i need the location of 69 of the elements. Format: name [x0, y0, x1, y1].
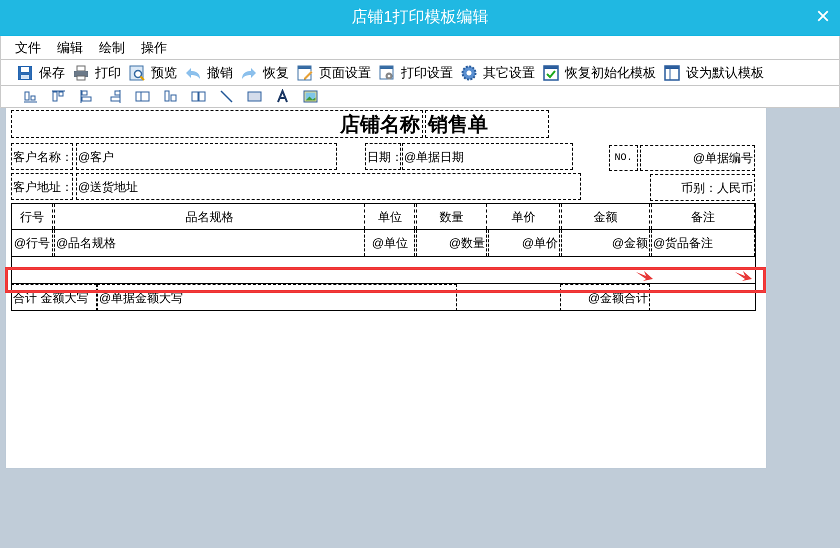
- table-cell: @品名规格: [54, 230, 365, 256]
- arrow-icon: [636, 271, 653, 281]
- toolbar-button[interactable]: 打印设置: [379, 62, 453, 82]
- draw-tool-button[interactable]: [51, 89, 66, 104]
- toolbar-button[interactable]: 打印: [73, 62, 121, 82]
- page-pencil-icon: [297, 64, 313, 80]
- column-header: 备注: [651, 204, 755, 229]
- column-header: 单价: [488, 204, 560, 229]
- toolbar-button[interactable]: 设为默认模板: [664, 62, 764, 82]
- field-label: NO.: [609, 145, 638, 171]
- printer-icon: [73, 64, 89, 80]
- same-size-icon: [135, 89, 150, 104]
- table-cell: @金额: [561, 230, 650, 256]
- image-icon: [303, 89, 318, 104]
- draw-tool-button[interactable]: [79, 89, 94, 104]
- draw-tool-button[interactable]: [191, 89, 206, 104]
- table-cell: @单位: [366, 230, 415, 256]
- align-top-icon: [51, 89, 66, 104]
- draw-tool-button[interactable]: [303, 89, 318, 104]
- draw-tool-button[interactable]: [163, 89, 178, 104]
- line-icon: [219, 89, 234, 104]
- menu-item[interactable]: 绘制: [93, 38, 131, 58]
- field-label: 客户地址：: [11, 173, 73, 200]
- table-cell: @单价: [488, 230, 560, 256]
- settings-icon: [461, 64, 477, 80]
- same-width-icon: [191, 89, 206, 104]
- toolbar-button[interactable]: 撤销: [185, 62, 233, 82]
- table-cell: @货品备注: [651, 230, 755, 256]
- field-label: 客户名称：: [11, 143, 73, 170]
- letter-icon: [275, 89, 290, 104]
- arrow-icon: [735, 271, 752, 281]
- draw-tool-button[interactable]: [247, 89, 262, 104]
- table-cell: @行号: [12, 230, 53, 256]
- placeholder-field[interactable]: @送货地址: [76, 173, 581, 200]
- placeholder-field[interactable]: @单据编号: [640, 145, 755, 171]
- toolbar-button[interactable]: 页面设置: [297, 62, 371, 82]
- draw-tool-button[interactable]: [135, 89, 150, 104]
- menu-item[interactable]: 文件: [9, 38, 47, 58]
- draw-tool-button[interactable]: [219, 89, 234, 104]
- column-header: 品名规格: [54, 204, 365, 229]
- window-title: 店铺1打印模板编辑: [352, 8, 488, 28]
- placeholder-field[interactable]: @单据日期: [402, 143, 573, 170]
- draw-tool-button[interactable]: [275, 89, 290, 104]
- draw-tool-button[interactable]: [23, 89, 38, 104]
- toolbar-button[interactable]: 恢复初始化模板: [543, 62, 656, 82]
- toolbar-button[interactable]: 保存: [17, 62, 65, 82]
- same-height-icon: [163, 89, 178, 104]
- menu-item[interactable]: 操作: [135, 38, 173, 58]
- toolbar-button[interactable]: 预览: [129, 62, 177, 82]
- field-label: 日期：: [365, 143, 401, 170]
- rectangle-icon: [247, 89, 262, 104]
- placeholder-field[interactable]: @客户: [76, 143, 337, 170]
- column-header: 行号: [12, 204, 53, 229]
- column-header: 单位: [366, 204, 415, 229]
- column-header: 数量: [416, 204, 487, 229]
- align-bottom-icon: [23, 89, 38, 104]
- document-type: 销售单: [425, 110, 549, 138]
- column-header: 金额: [561, 204, 650, 229]
- menu-item[interactable]: 编辑: [51, 38, 89, 58]
- toolbar-button[interactable]: 其它设置: [461, 62, 535, 82]
- field-label: 币别：人民币: [650, 174, 755, 201]
- checked-window-icon: [543, 64, 559, 80]
- page-gear-icon: [379, 64, 395, 80]
- document-title: 店铺名称: [11, 110, 423, 138]
- window-layout-icon: [664, 64, 680, 80]
- toolbar-button[interactable]: 恢复: [241, 62, 289, 82]
- table-cell: @数量: [416, 230, 487, 256]
- magnifier-page-icon: [129, 64, 145, 80]
- align-left-icon: [79, 89, 94, 104]
